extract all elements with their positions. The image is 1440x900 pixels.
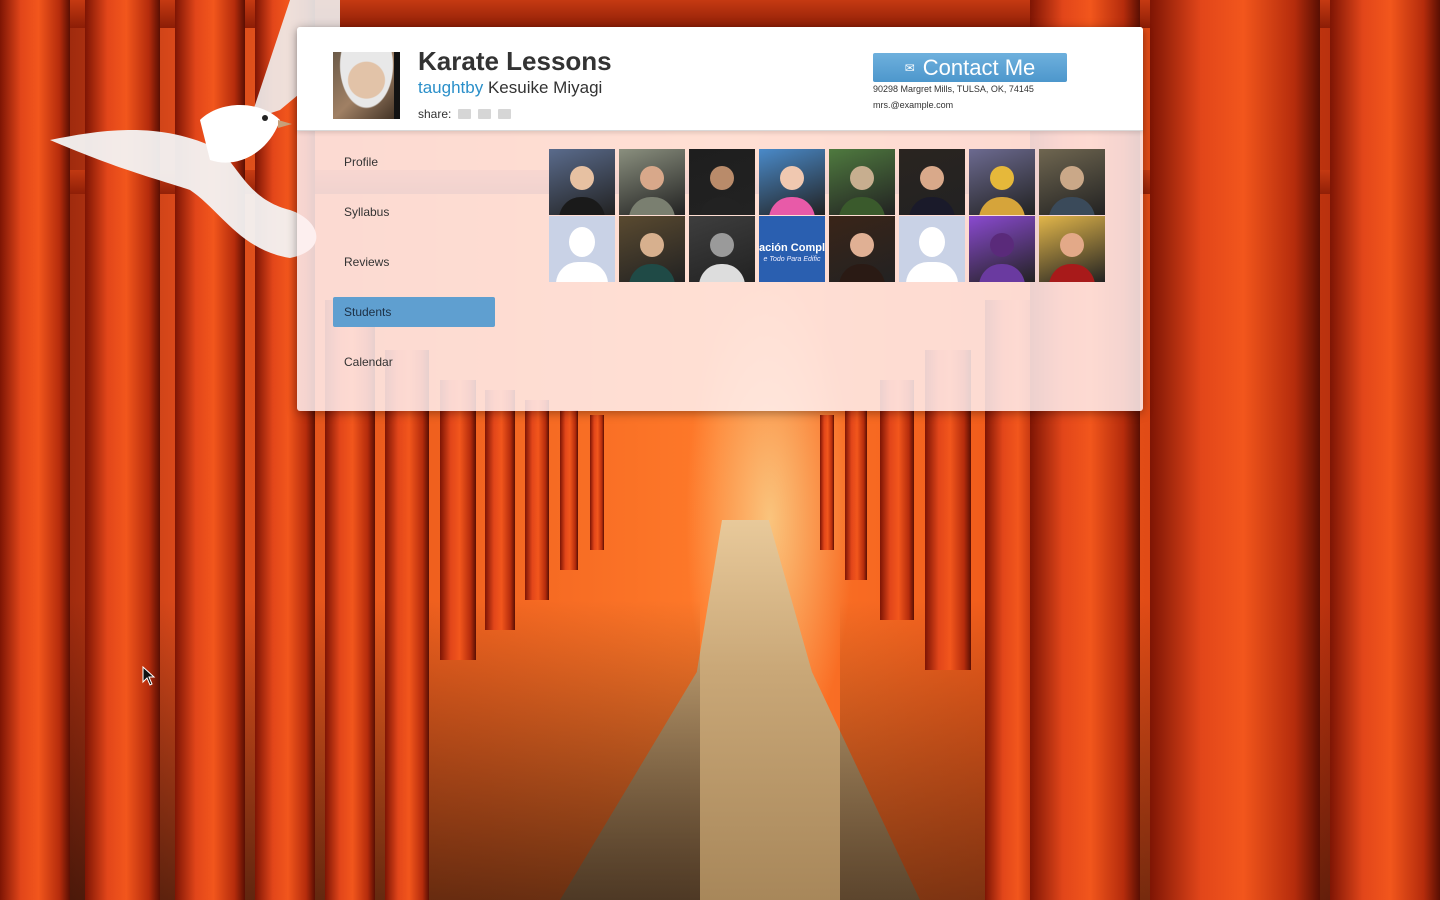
student-shoulders xyxy=(629,264,675,282)
student-avatar[interactable] xyxy=(689,216,755,282)
student-shoulders xyxy=(699,197,745,215)
student-face xyxy=(920,166,944,191)
student-avatar-placeholder[interactable] xyxy=(899,216,965,282)
torii-pillar xyxy=(880,380,914,620)
torii-pillar xyxy=(440,380,476,660)
student-avatar[interactable] xyxy=(1039,216,1105,282)
dove-illustration xyxy=(50,0,340,258)
students-grid: ación Complet e Todo Para Edific xyxy=(549,149,1109,282)
torii-pillar xyxy=(385,350,429,900)
contact-email[interactable]: mrs.@example.com xyxy=(873,100,953,110)
student-avatar[interactable] xyxy=(829,149,895,215)
nav-item-calendar[interactable]: Calendar xyxy=(333,347,495,377)
default-user-icon xyxy=(569,226,595,257)
share-icon[interactable] xyxy=(478,109,492,119)
student-face xyxy=(640,166,664,191)
student-avatar[interactable] xyxy=(969,216,1035,282)
nav-item-syllabus[interactable]: Syllabus xyxy=(333,197,495,227)
student-avatar[interactable] xyxy=(969,149,1035,215)
share-label: share: xyxy=(418,107,452,121)
course-nav: Profile Syllabus Reviews Students Calend… xyxy=(333,147,495,397)
student-face xyxy=(1060,166,1084,191)
share-bar: share: xyxy=(418,107,512,121)
mouse-cursor-icon xyxy=(142,666,156,686)
torii-pillar xyxy=(560,410,578,570)
instructor-avatar[interactable] xyxy=(333,52,400,119)
torii-pillar xyxy=(1330,0,1440,900)
student-face xyxy=(710,233,734,258)
torii-pillar xyxy=(1150,0,1320,900)
default-user-icon-body xyxy=(556,262,608,282)
student-avatar[interactable] xyxy=(619,216,685,282)
student-avatar[interactable] xyxy=(619,149,685,215)
student-face xyxy=(710,166,734,191)
contact-button-label: Contact Me xyxy=(922,55,1036,80)
student-shoulders xyxy=(979,197,1025,215)
torii-pillar xyxy=(485,390,515,630)
student-shoulders xyxy=(559,197,605,215)
student-shoulders xyxy=(1049,264,1095,282)
taught-by-label: taughtby xyxy=(418,78,484,97)
course-header: Karate Lessons taughtby Kesuike Miyagi s… xyxy=(297,27,1143,131)
nav-item-profile[interactable]: Profile xyxy=(333,147,495,177)
student-face xyxy=(640,233,664,258)
student-shoulders xyxy=(839,264,885,282)
student-face xyxy=(850,233,874,258)
student-face xyxy=(570,166,594,191)
student-face xyxy=(990,166,1014,191)
course-title: Karate Lessons xyxy=(418,46,612,76)
torii-pillar xyxy=(845,410,867,580)
share-icon[interactable] xyxy=(498,109,512,119)
student-face xyxy=(990,233,1014,258)
student-shoulders xyxy=(629,197,675,215)
student-avatar[interactable] xyxy=(899,149,965,215)
contact-address: 90298 Margret Mills, TULSA, OK, 74145 xyxy=(873,84,1034,94)
student-face xyxy=(1060,233,1084,258)
torii-pillar xyxy=(820,415,834,550)
student-avatar[interactable] xyxy=(1039,149,1105,215)
instructor-byline: taughtby Kesuike Miyagi xyxy=(418,78,602,98)
nav-item-reviews[interactable]: Reviews xyxy=(333,247,495,277)
instructor-name-link[interactable]: Kesuike Miyagi xyxy=(488,78,602,97)
default-user-icon xyxy=(919,226,945,257)
student-shoulders xyxy=(979,264,1025,282)
nav-item-students[interactable]: Students xyxy=(333,297,495,327)
torii-pillar xyxy=(525,400,549,600)
share-icon[interactable] xyxy=(458,109,472,119)
course-card: Karate Lessons taughtby Kesuike Miyagi s… xyxy=(297,27,1143,411)
student-avatar-text: ación Complet xyxy=(759,242,825,254)
student-face xyxy=(850,166,874,191)
student-avatar[interactable]: ación Complet e Todo Para Edific xyxy=(759,216,825,282)
student-avatar-placeholder[interactable] xyxy=(549,216,615,282)
student-shoulders xyxy=(769,197,815,215)
torii-pillar xyxy=(590,415,604,550)
student-avatar-subtext: e Todo Para Edific xyxy=(763,256,821,263)
student-shoulders xyxy=(1049,197,1095,215)
student-face xyxy=(780,166,804,191)
student-avatar[interactable] xyxy=(549,149,615,215)
student-shoulders xyxy=(839,197,885,215)
default-user-icon-body xyxy=(906,262,958,282)
student-shoulders xyxy=(699,264,745,282)
student-shoulders xyxy=(909,197,955,215)
student-avatar[interactable] xyxy=(689,149,755,215)
mail-icon: ✉ xyxy=(904,60,915,75)
contact-me-button[interactable]: ✉ Contact Me xyxy=(873,53,1067,82)
student-avatar[interactable] xyxy=(829,216,895,282)
student-avatar[interactable] xyxy=(759,149,825,215)
